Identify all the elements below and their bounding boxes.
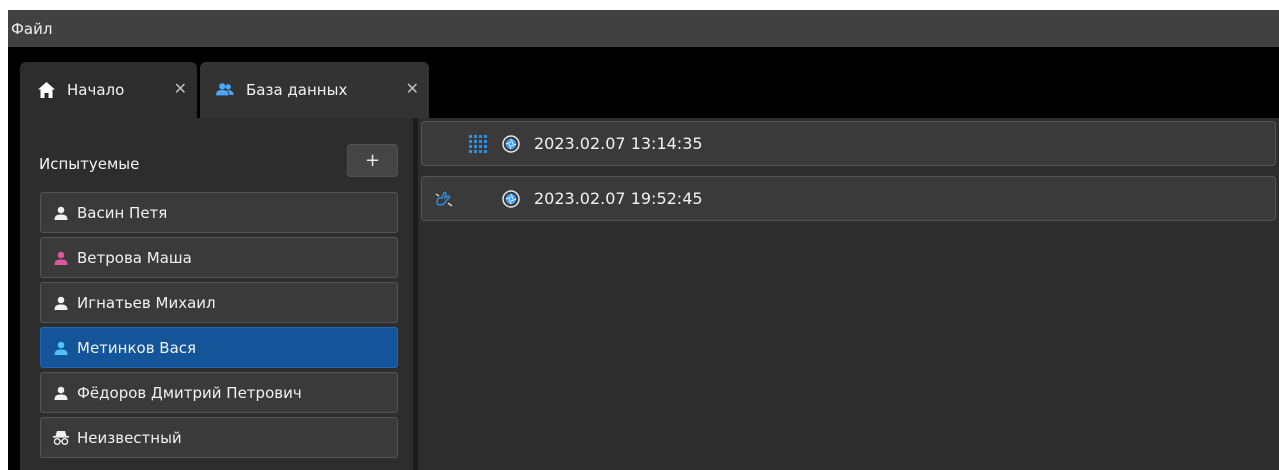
tab-database-close-icon[interactable]: ✕ [406,80,419,98]
aperture-icon [502,189,520,208]
aperture-icon [502,134,520,153]
grid-icon [468,134,488,154]
subject-label: Неизвестный [77,428,182,447]
person-icon [53,295,69,311]
session-timestamp: 2023.02.07 13:14:35 [534,134,703,153]
person-icon [53,205,69,221]
subject-item-selected[interactable]: Метинков Вася [40,327,398,368]
subject-label: Ветрова Маша [77,248,192,267]
subject-item[interactable]: Неизвестный [40,417,398,458]
subjects-title: Испытуемые [39,155,140,173]
subject-label: Васин Петя [77,203,168,222]
menu-bar: Файл [8,10,1279,47]
add-subject-label: + [364,150,381,171]
tab-database-label: База данных [246,81,348,99]
home-icon [37,81,55,99]
gesture-icon [434,189,454,209]
tab-database[interactable]: База данных ✕ [200,62,429,118]
subject-item[interactable]: Ветрова Маша [40,237,398,278]
add-subject-button[interactable]: + [347,144,398,177]
incognito-icon [53,430,69,446]
menu-file[interactable]: Файл [8,20,52,38]
person-icon [53,250,69,266]
subject-item[interactable]: Васин Петя [40,192,398,233]
subject-item[interactable]: Фёдоров Дмитрий Петрович [40,372,398,413]
tab-home-close-icon[interactable]: ✕ [174,80,187,98]
person-icon [53,340,69,356]
tab-home[interactable]: Начало ✕ [20,62,197,118]
tab-bar: Начало ✕ База данных ✕ [8,47,1279,118]
subject-item[interactable]: Игнатьев Михаил [40,282,398,323]
session-row[interactable]: 2023.02.07 19:52:45 [421,176,1276,221]
app-window: Файл Начало ✕ База данных ✕ Испытуемые +… [8,10,1279,470]
subjects-panel: Испытуемые + Васин Петя Ветрова Маша Игн… [20,118,413,470]
sessions-panel: 2023.02.07 13:14:35 2023.02.07 19:52:45 [418,118,1279,470]
users-icon [216,81,234,99]
tab-home-label: Начало [67,81,125,99]
person-icon [53,385,69,401]
subject-label: Метинков Вася [77,338,197,357]
subject-label: Игнатьев Михаил [77,293,216,312]
session-row[interactable]: 2023.02.07 13:14:35 [421,121,1276,166]
subject-label: Фёдоров Дмитрий Петрович [77,383,302,402]
session-timestamp: 2023.02.07 19:52:45 [534,189,703,208]
